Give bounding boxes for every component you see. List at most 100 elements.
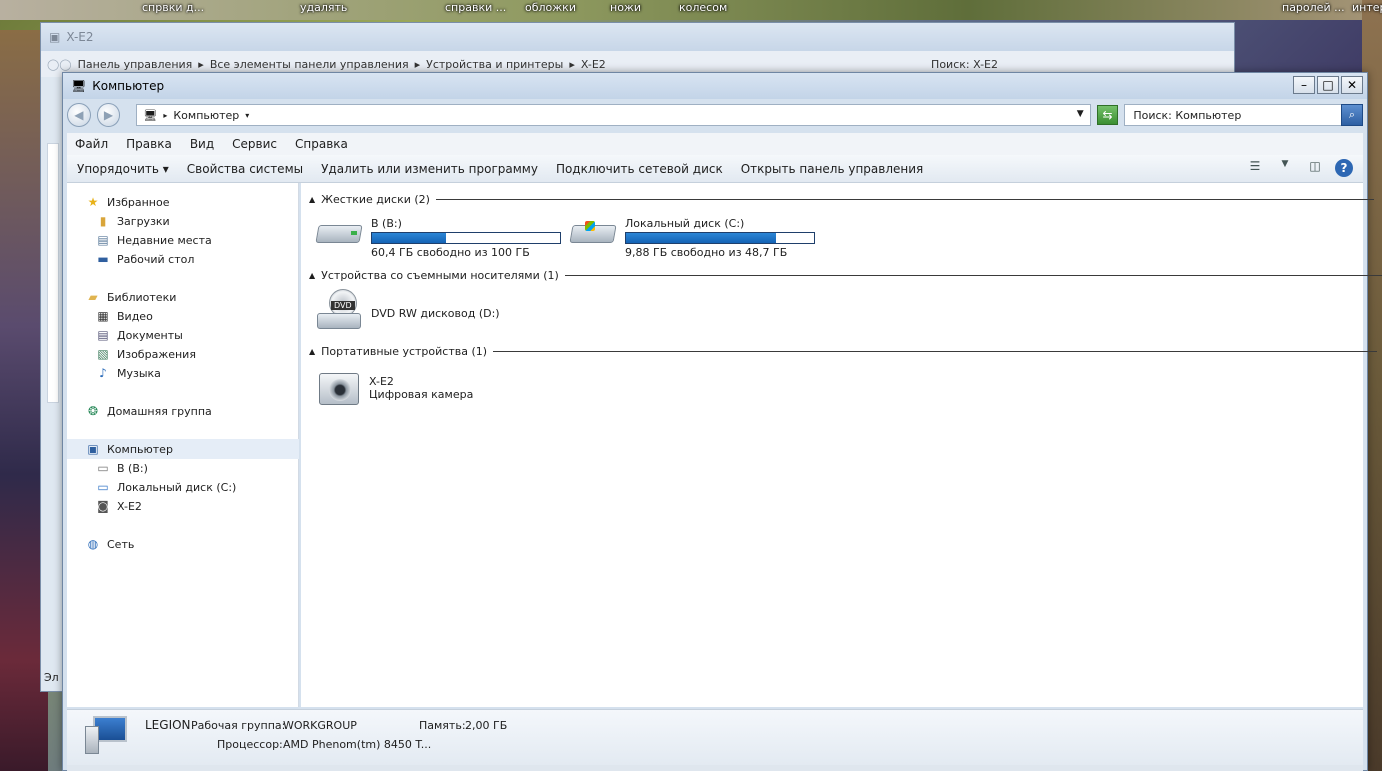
- nav-images[interactable]: ▧ Изображения: [95, 347, 196, 361]
- group-divider: [493, 351, 1378, 352]
- nav-label: Сеть: [107, 537, 135, 551]
- address-bar[interactable]: 🖥 ▸ Компьютер ▾ ▼: [136, 104, 1091, 126]
- dvd-drive-name: DVD RW дисковод (D:): [371, 307, 500, 320]
- desktop-icon-label[interactable]: обложки: [525, 1, 576, 14]
- desktop-icon-label[interactable]: справки ...: [445, 1, 506, 14]
- nav-network[interactable]: ◍ Сеть: [85, 537, 135, 551]
- breadcrumb-item[interactable]: Панель управления: [78, 58, 193, 71]
- nav-label: Загрузки: [117, 214, 170, 228]
- drive-c-item[interactable]: Локальный диск (C:) 9,88 ГБ свободно из …: [569, 217, 815, 259]
- camera-icon: [317, 367, 361, 407]
- nav-label: Библиотеки: [107, 290, 177, 304]
- nav-label: Локальный диск (C:): [117, 480, 237, 494]
- back-icon: ◯◯: [47, 57, 72, 71]
- group-header: Портативные устройства (1): [321, 345, 488, 358]
- map-network-drive-button[interactable]: Подключить сетевой диск: [556, 162, 723, 176]
- desktop-icon-label[interactable]: ножи: [610, 1, 641, 14]
- minimize-button[interactable]: –: [1293, 76, 1315, 94]
- group-portable[interactable]: ▲ Портативные устройства (1): [309, 345, 1378, 358]
- background-window-titlebar[interactable]: ▣ X-E2: [41, 23, 1234, 51]
- nav-video[interactable]: ▦ Видео: [95, 309, 152, 323]
- collapse-icon[interactable]: ▲: [309, 347, 315, 356]
- collapse-icon[interactable]: ▲: [309, 195, 315, 204]
- search-icon: ⌕: [1348, 108, 1356, 121]
- collapse-icon[interactable]: ▲: [309, 271, 315, 280]
- maximize-button[interactable]: □: [1317, 76, 1339, 94]
- desktop-icon-label[interactable]: интер: [1352, 1, 1382, 14]
- dvd-drive-item[interactable]: DVD DVD RW дисковод (D:): [317, 289, 500, 331]
- nav-desktop[interactable]: ▬ Рабочий стол: [95, 252, 194, 266]
- nav-drive-c[interactable]: ▭ Локальный диск (C:): [95, 480, 236, 494]
- camera-item[interactable]: X-E2 Цифровая камера: [317, 367, 473, 407]
- window-titlebar[interactable]: 🖥 Компьютер – □ ✕: [63, 73, 1367, 99]
- system-properties-button[interactable]: Свойства системы: [187, 162, 303, 176]
- group-header: Жесткие диски (2): [321, 193, 430, 206]
- group-header: Устройства со съемными носителями (1): [321, 269, 559, 282]
- navigation-pane: ★ Избранное ▮ Загрузки ▤ Недавние места ▬ Ра…: [67, 183, 299, 707]
- status-bar: [67, 765, 1363, 771]
- nav-computer[interactable]: ▣ Компьютер: [85, 442, 173, 456]
- computer-window[interactable]: 🖥 Компьютер – □ ✕ ◀ ▶ 🖥 ▸ Компьютер ▾ ▼ …: [62, 72, 1382, 771]
- nav-label: Компьютер: [107, 442, 173, 456]
- breadcrumb-item[interactable]: X-E2: [581, 58, 606, 71]
- nav-music[interactable]: ♪ Музыка: [95, 366, 161, 380]
- uninstall-program-button[interactable]: Удалить или изменить программу: [321, 162, 538, 176]
- view-options-icon[interactable]: ☰: [1245, 159, 1265, 177]
- drive-name: В (B:): [371, 217, 402, 230]
- back-button[interactable]: ◀: [67, 103, 91, 127]
- search-input[interactable]: Поиск: Компьютер ⌕: [1124, 104, 1363, 126]
- computer-icon: ▣: [87, 442, 99, 456]
- nav-libraries[interactable]: ▰ Библиотеки: [85, 290, 176, 304]
- group-removable[interactable]: ▲ Устройства со съемными носителями (1): [309, 269, 1382, 282]
- desktop-icon-label[interactable]: колесом: [679, 1, 727, 14]
- search-button[interactable]: ⌕: [1341, 104, 1363, 126]
- background-search-input[interactable]: Поиск: X-E2: [931, 58, 998, 71]
- group-hard-drives[interactable]: ▲ Жесткие диски (2): [309, 193, 1374, 206]
- refresh-button[interactable]: ⇆: [1096, 105, 1119, 125]
- computer-icon: 🖥: [143, 108, 158, 122]
- camera-icon: ◙: [97, 499, 109, 513]
- nav-homegroup[interactable]: ❂ Домашняя группа: [85, 404, 212, 418]
- recent-places-icon: ▤: [97, 233, 109, 247]
- breadcrumb-item[interactable]: Устройства и принтеры: [426, 58, 563, 71]
- nav-drive-b[interactable]: ▭ В (B:): [95, 461, 148, 475]
- organize-button[interactable]: Упорядочить ▾: [77, 162, 169, 176]
- nav-camera[interactable]: ◙ X-E2: [95, 499, 142, 513]
- menu-edit[interactable]: Правка: [126, 137, 172, 151]
- search-placeholder: Поиск: Компьютер: [1133, 108, 1242, 122]
- cpu-value: AMD Phenom(tm) 8450 T...: [283, 738, 432, 751]
- nav-label: Недавние места: [117, 233, 212, 247]
- help-icon[interactable]: ?: [1335, 159, 1353, 177]
- address-dropdown-icon[interactable]: ▼: [1077, 109, 1084, 119]
- nav-favorites[interactable]: ★ Избранное: [85, 195, 170, 209]
- downloads-folder-icon: ▮: [99, 214, 107, 228]
- drive-free-space: 9,88 ГБ свободно из 48,7 ГБ: [625, 246, 788, 259]
- workgroup-label: Рабочая группа:: [191, 719, 286, 732]
- drive-usage-bar: [371, 232, 561, 244]
- address-text[interactable]: Компьютер: [173, 109, 239, 122]
- open-control-panel-button[interactable]: Открыть панель управления: [741, 162, 924, 176]
- breadcrumb-item[interactable]: Все элементы панели управления: [210, 58, 409, 71]
- nav-documents[interactable]: ▤ Документы: [95, 328, 183, 342]
- preview-pane-icon[interactable]: ◫: [1305, 159, 1325, 177]
- camera-icon: ▣: [49, 30, 61, 44]
- menu-help[interactable]: Справка: [295, 137, 348, 151]
- nav-recent-places[interactable]: ▤ Недавние места: [95, 233, 212, 247]
- memory-value: 2,00 ГБ: [465, 719, 508, 732]
- camera-name: X-E2: [369, 375, 394, 388]
- drive-b-item[interactable]: В (B:) 60,4 ГБ свободно из 100 ГБ: [315, 217, 561, 259]
- desktop-icon-label[interactable]: спрвки д...: [142, 1, 204, 14]
- drive-free-space: 60,4 ГБ свободно из 100 ГБ: [371, 246, 530, 259]
- view-dropdown-icon[interactable]: ▼: [1275, 159, 1295, 177]
- menu-tools[interactable]: Сервис: [232, 137, 277, 151]
- nav-downloads[interactable]: ▮ Загрузки: [95, 214, 170, 228]
- desktop-icon-label[interactable]: паролей ...: [1282, 1, 1345, 14]
- close-button[interactable]: ✕: [1341, 76, 1363, 94]
- menu-file[interactable]: Файл: [75, 137, 108, 151]
- hard-drive-icon: [315, 217, 363, 247]
- window-title: Компьютер: [92, 79, 165, 93]
- desktop-icon-label[interactable]: удалять: [300, 1, 347, 14]
- forward-button[interactable]: ▶: [96, 103, 121, 127]
- menu-view[interactable]: Вид: [190, 137, 214, 151]
- documents-icon: ▤: [97, 328, 109, 342]
